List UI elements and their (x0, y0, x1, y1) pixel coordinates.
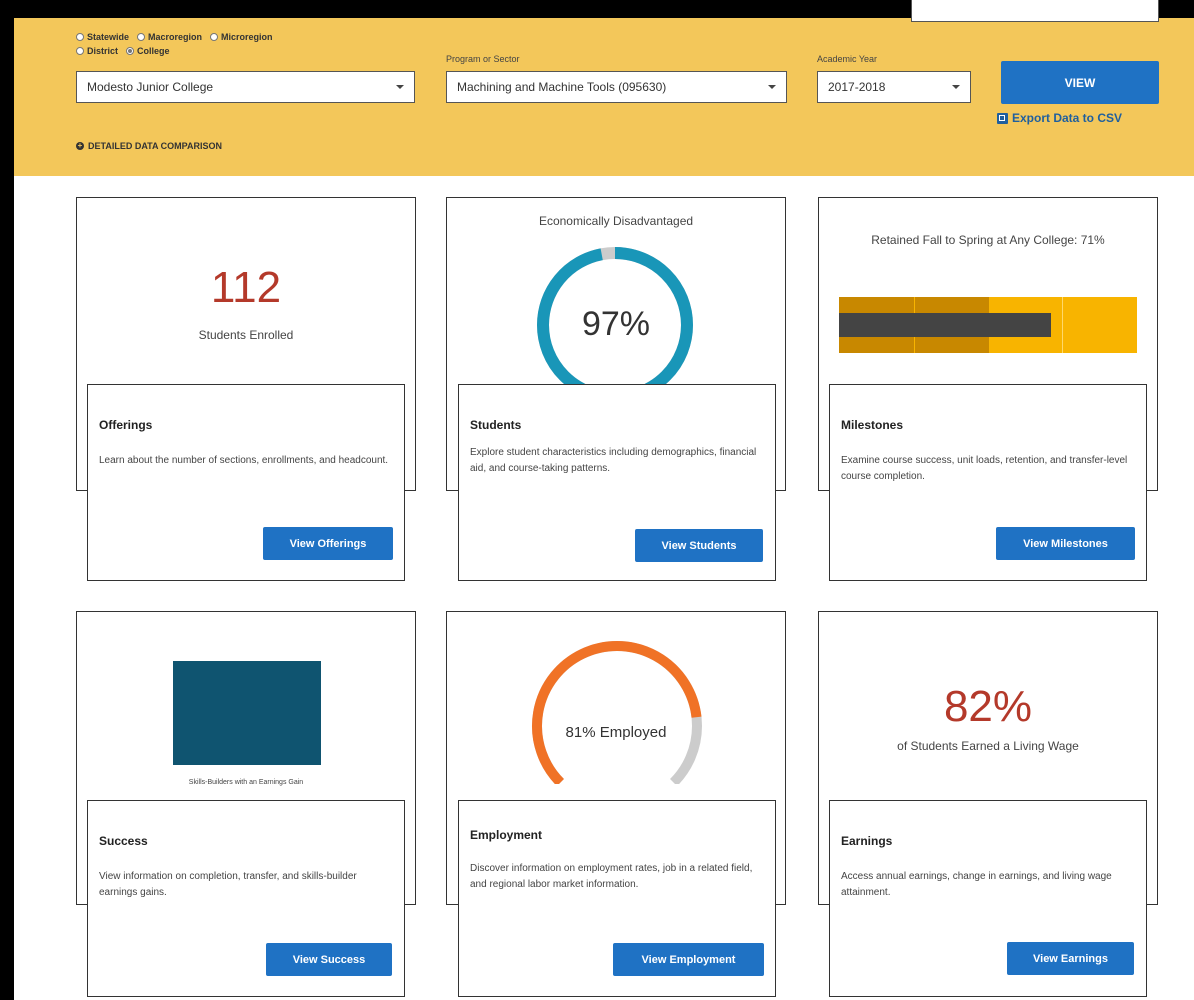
offerings-description: Learn about the number of sections, enro… (99, 455, 389, 466)
success-title: Success (99, 834, 148, 848)
earnings-description: Access annual earnings, change in earnin… (841, 871, 1112, 898)
radio-macroregion[interactable]: Macroregion (137, 32, 202, 42)
radio-label: Statewide (87, 32, 130, 42)
success-chart-caption: Skills-Builders with an Earnings Gain (188, 779, 304, 786)
geography-radio-row-2: District College (76, 46, 170, 56)
chevron-down-icon (396, 85, 404, 89)
enrolled-label: Students Enrolled (198, 328, 294, 342)
year-select[interactable]: 2017-2018 (817, 71, 971, 103)
view-employment-button[interactable]: View Employment (613, 943, 764, 976)
left-frame (0, 0, 14, 1000)
export-link-label: Export Data to CSV (1012, 111, 1123, 125)
offerings-overlay: Offerings Learn about the number of sect… (87, 384, 405, 581)
program-label: Program or Sector (446, 54, 520, 64)
students-chart-title: Economically Disadvantaged (538, 214, 694, 228)
view-success-button[interactable]: View Success (266, 943, 392, 976)
students-title: Students (470, 418, 522, 432)
detailed-data-toggle[interactable]: + DETAILED DATA COMPARISON (76, 141, 222, 151)
employment-description: Discover information on employment rates… (470, 863, 753, 890)
radio-label: College (137, 46, 170, 56)
earnings-overlay: Earnings Access annual earnings, change … (829, 800, 1147, 997)
college-select[interactable]: Modesto Junior College (76, 71, 415, 103)
employment-overlay: Employment Discover information on emplo… (458, 800, 776, 997)
offerings-title: Offerings (99, 418, 153, 432)
skills-builders-bar (173, 661, 321, 765)
view-earnings-button[interactable]: View Earnings (1007, 942, 1134, 975)
college-select-value: Modesto Junior College (87, 80, 214, 94)
employment-title: Employment (470, 828, 543, 842)
year-label: Academic Year (817, 54, 878, 64)
geography-radio-row-1: Statewide Macroregion Microregion (76, 32, 273, 42)
view-milestones-button[interactable]: View Milestones (996, 527, 1135, 560)
plus-circle-icon: + (76, 141, 84, 150)
view-button[interactable]: VIEW (1001, 61, 1159, 104)
success-overlay: Success View information on completion, … (87, 800, 405, 997)
top-search-box[interactable] (911, 0, 1159, 22)
living-wage-label: of Students Earned a Living Wage (897, 739, 1079, 753)
detailed-toggle-label: DETAILED DATA COMPARISON (88, 141, 222, 151)
radio-dot-icon (76, 47, 84, 55)
radio-statewide[interactable]: Statewide (76, 32, 129, 42)
students-description: Explore student characteristics includin… (470, 447, 757, 474)
radio-dot-icon (76, 33, 84, 41)
year-select-value: 2017-2018 (828, 80, 886, 94)
program-select[interactable]: Machining and Machine Tools (095630) (446, 71, 787, 103)
radio-district[interactable]: District (76, 46, 118, 56)
export-icon (997, 112, 1008, 124)
milestones-chart-title: Retained Fall to Spring at Any College: … (871, 233, 1105, 247)
radio-label: Macroregion (148, 32, 203, 42)
enrolled-count: 112 (210, 263, 282, 312)
program-select-value: Machining and Machine Tools (095630) (457, 80, 667, 94)
radio-label: District (87, 46, 119, 56)
retention-bullet-chart (839, 297, 1137, 353)
chevron-down-icon (952, 85, 960, 89)
donut-percent-label: 97% (581, 305, 651, 343)
export-csv-link[interactable]: Export Data to CSV (997, 111, 1122, 125)
radio-dot-icon (210, 33, 219, 41)
radio-dot-checked-icon (126, 47, 135, 55)
radio-microregion[interactable]: Microregion (210, 32, 273, 42)
radio-college[interactable]: College (126, 46, 170, 56)
gauge-fill (532, 641, 702, 784)
success-description: View information on completion, transfer… (99, 871, 357, 898)
living-wage-percent: 82% (943, 682, 1033, 731)
milestones-overlay: Milestones Examine course success, unit … (829, 384, 1147, 581)
employment-gauge (532, 641, 702, 784)
radio-dot-icon (137, 33, 146, 41)
bullet-value-bar (839, 313, 1051, 337)
chevron-down-icon (768, 85, 776, 89)
milestones-description: Examine course success, unit loads, rete… (841, 455, 1128, 482)
view-students-button[interactable]: View Students (635, 529, 763, 562)
students-overlay: Students Explore student characteristics… (458, 384, 776, 581)
earnings-title: Earnings (841, 834, 893, 848)
employment-gauge-label: 81% Employed (565, 724, 667, 741)
view-offerings-button[interactable]: View Offerings (263, 527, 393, 560)
milestones-title: Milestones (841, 418, 904, 432)
radio-label: Microregion (221, 32, 273, 42)
